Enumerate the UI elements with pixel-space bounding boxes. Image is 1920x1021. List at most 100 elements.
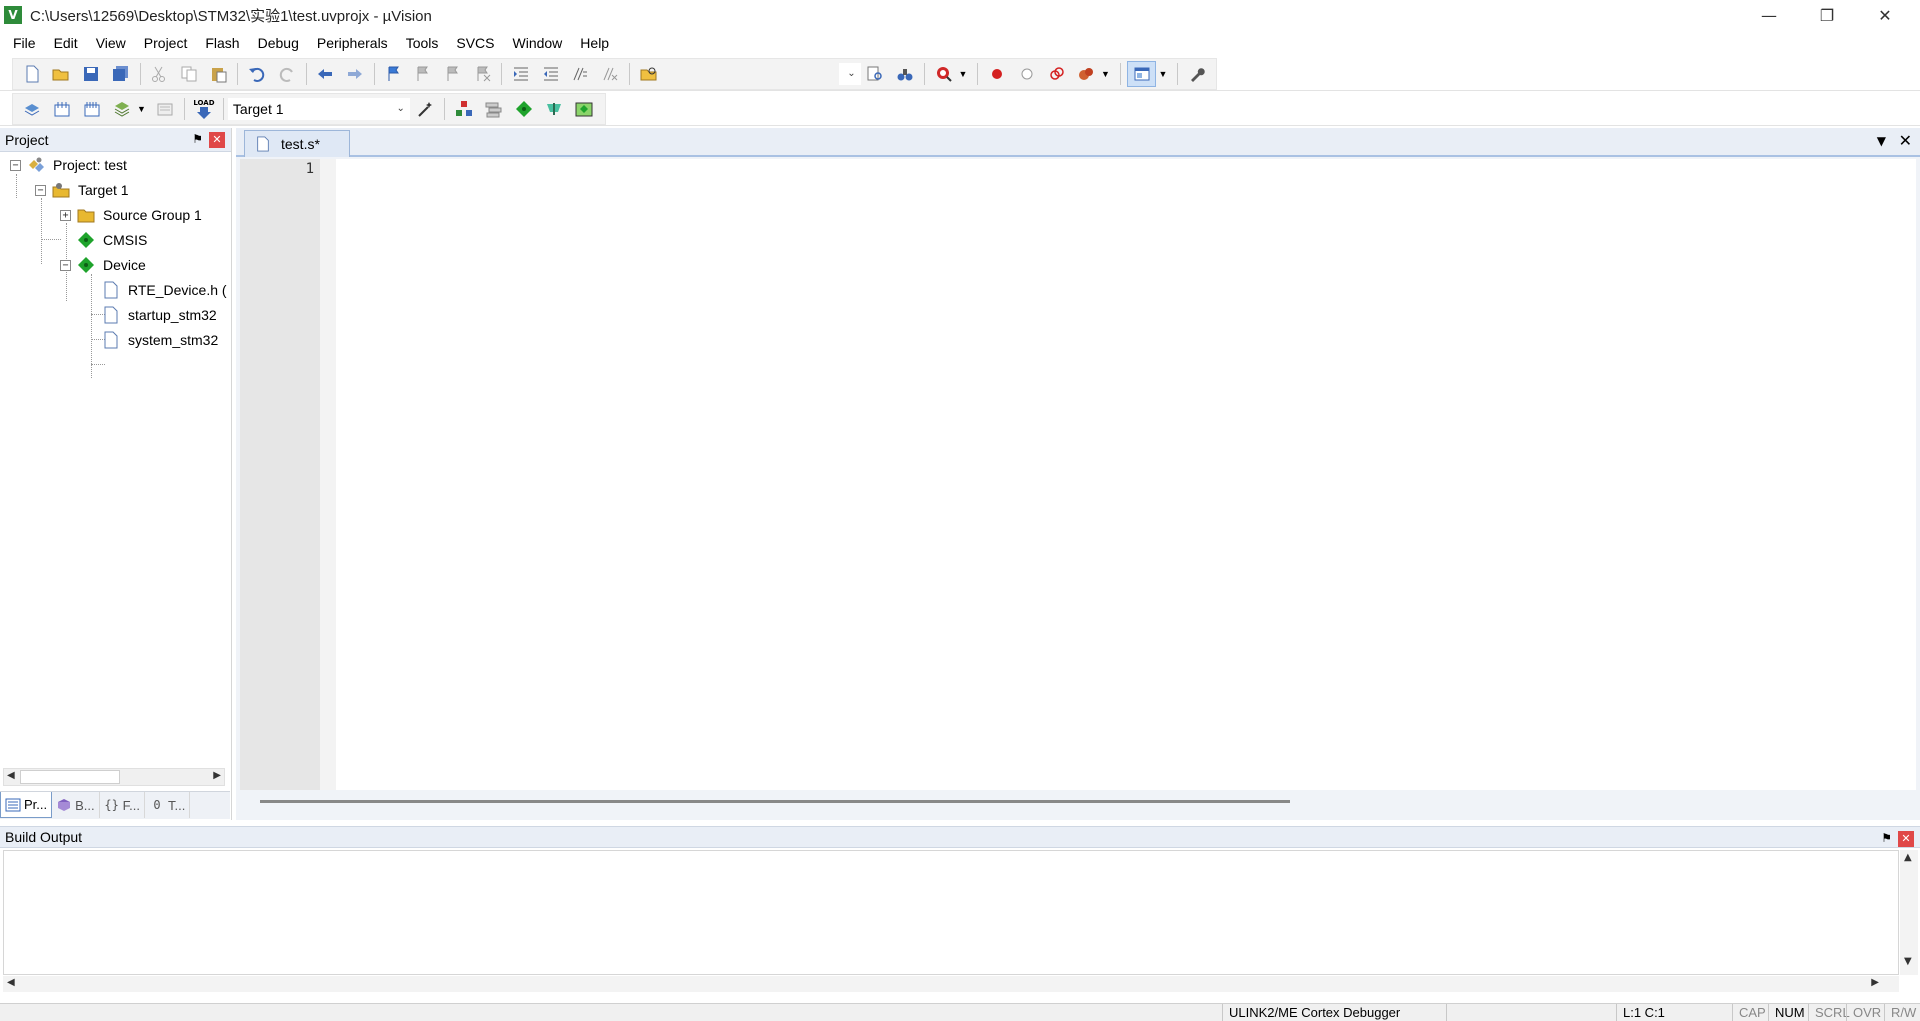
debug-session-button[interactable] <box>931 61 957 87</box>
redo-button[interactable] <box>274 61 300 87</box>
indent-button[interactable] <box>508 61 534 87</box>
tree-node-file[interactable]: startup_stm32 <box>102 304 217 326</box>
menu-project[interactable]: Project <box>135 30 197 56</box>
translate-button[interactable] <box>19 96 45 122</box>
code-editor[interactable] <box>336 159 1916 790</box>
tab-templates[interactable]: 0 T... <box>145 792 191 818</box>
download-button[interactable]: LOAD <box>191 96 217 122</box>
save-all-button[interactable] <box>108 61 134 87</box>
target-select[interactable]: Target 1 ⌄ <box>227 97 410 120</box>
find-in-files-button[interactable] <box>636 61 662 87</box>
load-label: LOAD <box>193 98 215 107</box>
menu-debug[interactable]: Debug <box>249 30 308 56</box>
menu-window[interactable]: Window <box>504 30 572 56</box>
scroll-up-icon[interactable]: ▲ <box>1904 852 1912 863</box>
templates-tab-icon: 0 <box>153 798 161 812</box>
build-button[interactable] <box>49 96 75 122</box>
chevron-down-icon[interactable]: ▼ <box>1158 69 1167 79</box>
options-for-target-button[interactable] <box>412 96 438 122</box>
close-window-button[interactable]: ✕ <box>1856 0 1914 30</box>
find-combo-dropdown[interactable]: ⌄ <box>838 62 861 85</box>
save-button[interactable] <box>78 61 104 87</box>
kill-all-breakpoints-button[interactable] <box>1073 61 1099 87</box>
copy-button[interactable] <box>176 61 202 87</box>
scroll-left-icon[interactable]: ◀ <box>7 770 15 781</box>
tab-functions[interactable]: {} F... <box>100 792 145 818</box>
menu-tools[interactable]: Tools <box>397 30 448 56</box>
navigate-forward-button[interactable] <box>342 61 368 87</box>
navigate-back-button[interactable] <box>313 61 339 87</box>
undo-button[interactable] <box>244 61 270 87</box>
uncomment-button[interactable] <box>597 61 623 87</box>
menu-peripherals[interactable]: Peripherals <box>308 30 397 56</box>
tree-node-file[interactable]: RTE_Device.h ( <box>102 279 227 301</box>
scroll-left-icon[interactable]: ◀ <box>7 977 15 988</box>
pin-icon[interactable]: ⚑ <box>192 132 203 146</box>
disable-all-breakpoints-button[interactable] <box>1044 61 1070 87</box>
tree-node-device[interactable]: − Device <box>60 254 146 276</box>
scroll-right-icon[interactable]: ▶ <box>1871 977 1879 988</box>
minimize-button[interactable]: — <box>1740 0 1798 30</box>
comment-button[interactable] <box>568 61 594 87</box>
tree-node-file[interactable]: system_stm32 <box>102 329 218 351</box>
editor-tab-test-s[interactable]: test.s* <box>244 130 350 157</box>
bookmark-prev-button[interactable] <box>410 61 436 87</box>
close-panel-button[interactable]: ✕ <box>209 132 225 148</box>
scroll-down-icon[interactable]: ▼ <box>1904 956 1912 967</box>
menu-help[interactable]: Help <box>571 30 618 56</box>
insert-breakpoint-button[interactable] <box>984 61 1010 87</box>
pin-icon[interactable]: ⚑ <box>1881 831 1892 845</box>
bookmark-next-button[interactable] <box>440 61 466 87</box>
build-output-vertical-scrollbar[interactable]: ▲ ▼ <box>1900 850 1918 975</box>
project-panel-tabs: Pr... B... {} F... 0 T... <box>0 791 230 819</box>
menu-edit[interactable]: Edit <box>45 30 87 56</box>
software-packs-button[interactable] <box>571 96 597 122</box>
manage-project-items-button[interactable] <box>451 96 477 122</box>
incremental-find-button[interactable] <box>892 61 918 87</box>
menu-svcs[interactable]: SVCS <box>447 30 503 56</box>
new-file-button[interactable] <box>19 61 45 87</box>
rebuild-button[interactable] <box>79 96 105 122</box>
find-button[interactable] <box>863 61 889 87</box>
close-panel-button[interactable]: ✕ <box>1898 831 1914 847</box>
open-file-button[interactable] <box>49 61 75 87</box>
bookmark-toggle-button[interactable] <box>381 61 407 87</box>
paste-button[interactable] <box>206 61 232 87</box>
pack-installer-button[interactable] <box>541 96 567 122</box>
chevron-down-icon[interactable]: ▼ <box>137 104 146 114</box>
restore-button[interactable]: ❐ <box>1798 0 1856 30</box>
collapse-icon[interactable]: − <box>10 159 21 171</box>
window-layout-button[interactable] <box>1126 60 1157 87</box>
cut-button[interactable] <box>146 61 172 87</box>
scroll-right-icon[interactable]: ▶ <box>213 770 221 781</box>
build-output-text[interactable] <box>3 850 1899 975</box>
editor-horizontal-scrollbar[interactable] <box>260 800 1290 803</box>
tree-node-cmsis[interactable]: CMSIS <box>77 229 147 251</box>
collapse-icon[interactable]: − <box>35 184 46 196</box>
chevron-down-icon[interactable]: ▼ <box>959 69 968 79</box>
select-packs-button[interactable] <box>481 96 507 122</box>
chevron-down-icon[interactable]: ▼ <box>1101 69 1110 79</box>
menu-flash[interactable]: Flash <box>196 30 248 56</box>
menu-file[interactable]: File <box>4 30 45 56</box>
close-tab-icon[interactable]: ✕ <box>1899 131 1912 150</box>
disable-breakpoint-button[interactable] <box>1014 61 1040 87</box>
scrollbar-thumb[interactable] <box>20 770 120 784</box>
batch-build-button[interactable] <box>109 96 135 122</box>
tree-node-project-root[interactable]: − Project: test <box>10 154 127 176</box>
collapse-icon[interactable]: − <box>60 259 71 271</box>
chevron-down-icon[interactable]: ▼ <box>1877 134 1886 148</box>
stop-build-button[interactable] <box>152 96 178 122</box>
unindent-button[interactable] <box>538 61 564 87</box>
configure-button[interactable] <box>1184 61 1210 87</box>
menu-view[interactable]: View <box>87 30 135 56</box>
project-horizontal-scrollbar[interactable]: ◀ ▶ <box>3 768 225 786</box>
tab-books[interactable]: B... <box>52 792 100 818</box>
bookmark-clear-button[interactable] <box>470 61 496 87</box>
tree-node-source-group[interactable]: + Source Group 1 <box>60 204 202 226</box>
manage-rte-button[interactable] <box>511 96 537 122</box>
build-output-horizontal-scrollbar[interactable]: ◀ ▶ <box>3 976 1899 992</box>
tab-project[interactable]: Pr... <box>0 792 53 818</box>
expand-icon[interactable]: + <box>60 209 71 221</box>
tree-node-target[interactable]: − Target 1 <box>35 179 129 201</box>
